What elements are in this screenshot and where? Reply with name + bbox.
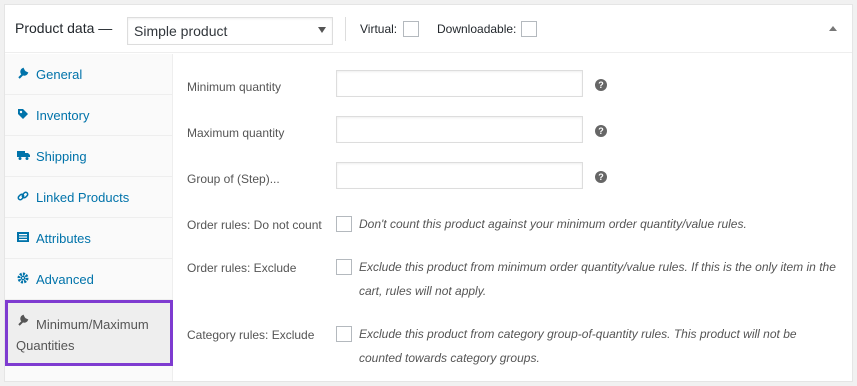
product-type-value: Simple product <box>134 23 228 39</box>
tab-shipping[interactable]: Shipping <box>5 136 173 177</box>
downloadable-label: Downloadable: <box>437 22 517 36</box>
tab-advanced[interactable]: Advanced <box>5 259 173 300</box>
order-rules-exclude-description: Exclude this product from minimum order … <box>359 260 836 298</box>
order-rules-exclude-checkbox[interactable] <box>336 259 352 275</box>
tab-inventory[interactable]: Inventory <box>5 95 173 136</box>
order-rules-count-label: Order rules: Do not count <box>187 218 322 232</box>
truck-icon <box>16 149 30 163</box>
gear-icon <box>16 272 30 286</box>
tab-general[interactable]: General <box>5 54 173 95</box>
downloadable-checkbox[interactable] <box>521 21 537 37</box>
virtual-label: Virtual: <box>360 22 398 36</box>
tab-label: Inventory <box>36 108 90 123</box>
product-type-select[interactable]: Simple product <box>127 17 333 45</box>
product-data-header: Product data — Simple product Virtual: D… <box>5 5 852 53</box>
min-quantity-label: Minimum quantity <box>187 80 282 94</box>
tab-label: Linked Products <box>36 190 130 205</box>
group-of-label: Group of (Step)... <box>187 172 280 186</box>
help-icon[interactable]: ? <box>595 171 607 183</box>
help-icon[interactable]: ? <box>595 79 607 91</box>
order-rules-count-checkbox[interactable] <box>336 216 352 232</box>
list-icon <box>16 231 30 245</box>
min-max-quantities-panel: Minimum quantity ? Maximum quantity ? Gr… <box>174 54 852 381</box>
help-icon[interactable]: ? <box>595 125 607 137</box>
category-rules-exclude-checkbox[interactable] <box>336 326 352 342</box>
max-quantity-input[interactable] <box>336 116 583 143</box>
tab-label: General <box>36 67 83 82</box>
product-data-tabs: General Inventory Shipping Linked Produc… <box>5 54 173 381</box>
header-divider <box>345 17 346 41</box>
collapse-arrow-icon[interactable] <box>829 26 837 31</box>
group-of-input[interactable] <box>336 162 583 189</box>
order-rules-exclude-label: Order rules: Exclude <box>187 261 297 275</box>
product-data-panel: Product data — Simple product Virtual: D… <box>4 4 853 382</box>
tab-linked-products[interactable]: Linked Products <box>5 177 173 218</box>
tab-min-max-quantities[interactable]: Minimum/Maximum Quantities <box>5 300 173 366</box>
link-icon <box>16 190 30 204</box>
max-quantity-label: Maximum quantity <box>187 126 285 140</box>
min-quantity-input[interactable] <box>336 70 583 97</box>
tab-label: Attributes <box>36 231 91 246</box>
panel-title: Product data — <box>15 20 113 36</box>
tab-label: Advanced <box>36 272 94 287</box>
tab-attributes[interactable]: Attributes <box>5 218 173 259</box>
category-rules-exclude-description: Exclude this product from category group… <box>359 327 797 365</box>
category-rules-exclude-label: Category rules: Exclude <box>187 328 315 342</box>
order-rules-count-description: Don't count this product against your mi… <box>359 217 747 231</box>
tab-label: Shipping <box>36 149 87 164</box>
wrench-icon <box>16 67 30 81</box>
tag-icon <box>16 108 30 122</box>
virtual-checkbox[interactable] <box>403 21 419 37</box>
tab-label: Minimum/Maximum Quantities <box>16 317 149 353</box>
chevron-down-icon <box>318 27 326 33</box>
